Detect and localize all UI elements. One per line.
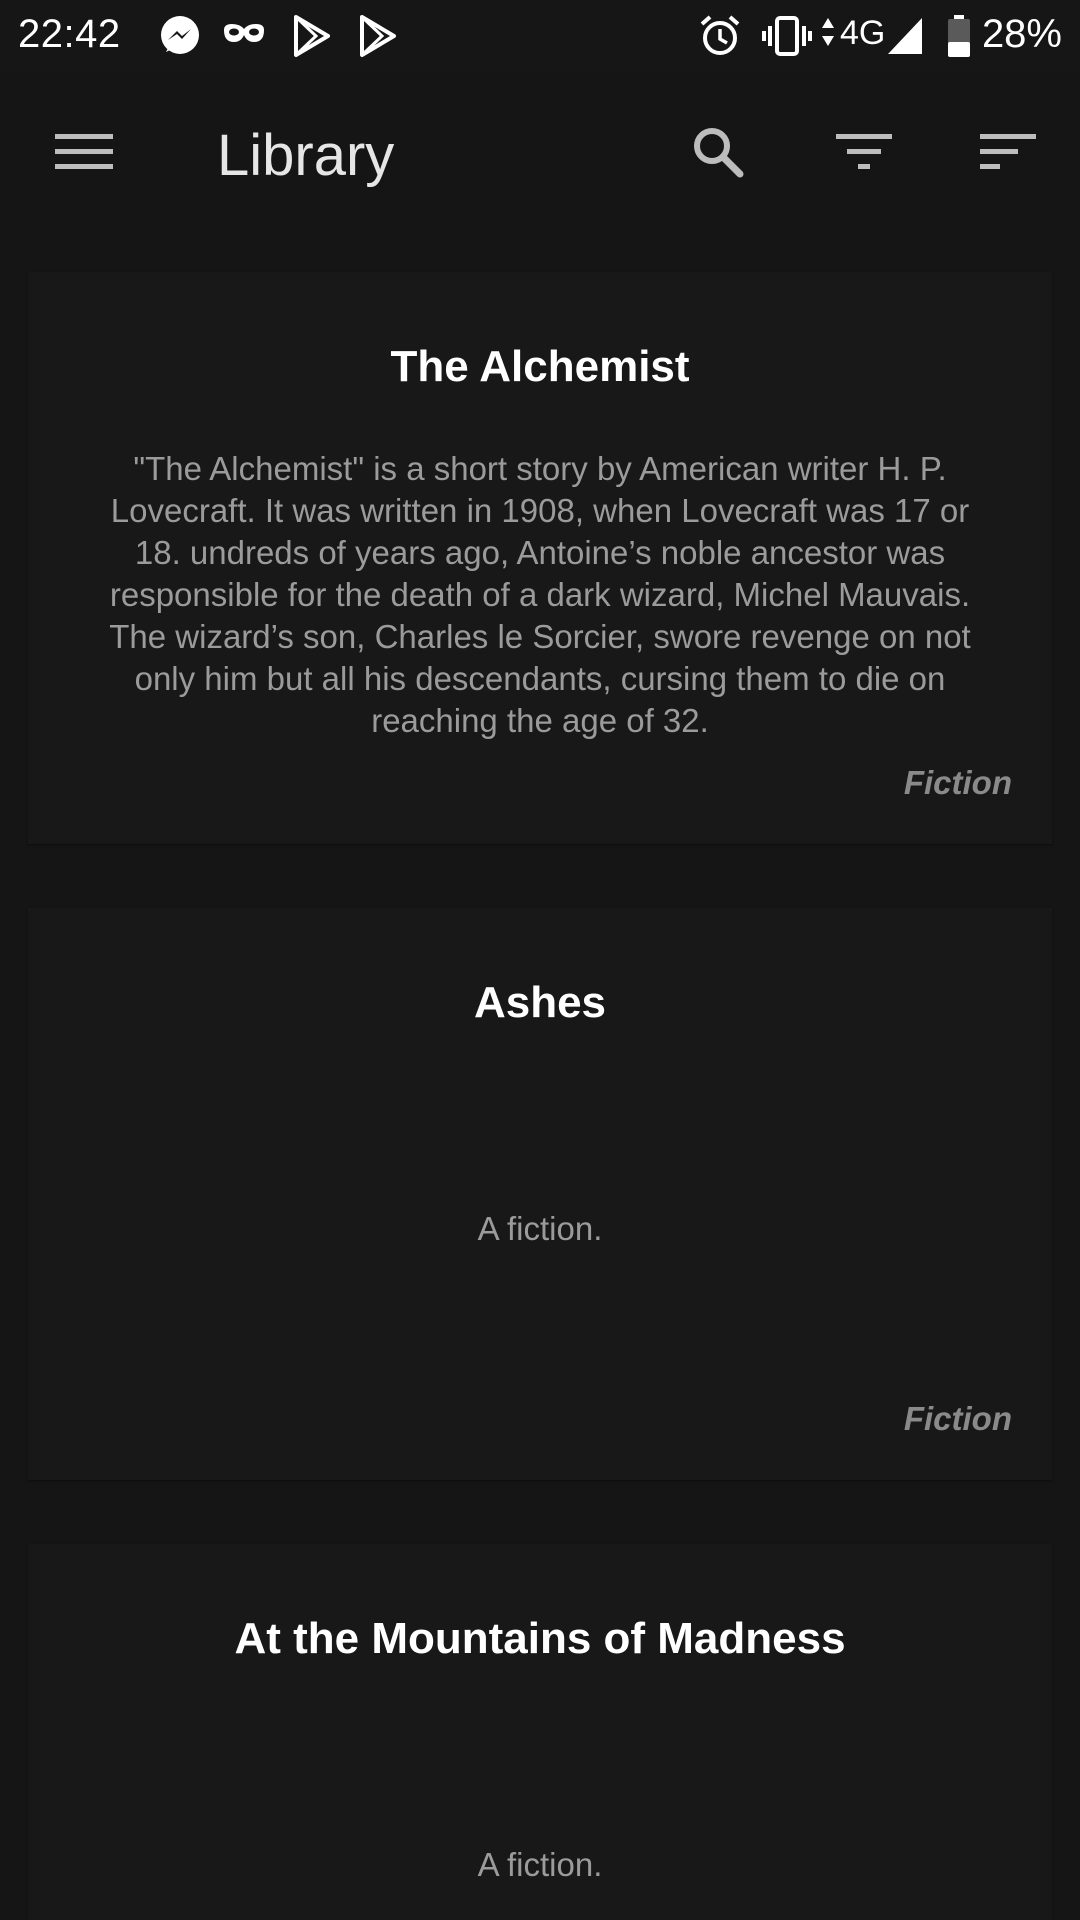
network-type: 4G bbox=[840, 14, 886, 52]
app-bar: Library bbox=[0, 72, 1080, 240]
incognito-icon bbox=[222, 20, 266, 55]
page-title: Library bbox=[217, 123, 395, 188]
sort-button[interactable] bbox=[960, 106, 1056, 202]
battery-icon bbox=[946, 14, 972, 63]
filter-icon bbox=[836, 132, 892, 177]
book-card[interactable]: The Alchemist "The Alchemist" is a short… bbox=[28, 272, 1052, 844]
status-time: 22:42 bbox=[18, 12, 121, 56]
menu-button[interactable] bbox=[36, 106, 132, 202]
book-card[interactable]: At the Mountains of Madness A fiction. bbox=[28, 1544, 1052, 1920]
alarm-icon bbox=[698, 14, 742, 63]
battery-percent: 28% bbox=[981, 12, 1062, 56]
hamburger-menu-icon bbox=[55, 132, 113, 177]
book-description: A fiction. bbox=[477, 1846, 603, 1883]
signal-icon bbox=[886, 14, 926, 63]
play-store-icon bbox=[292, 14, 332, 63]
book-genre: Fiction bbox=[903, 764, 1012, 801]
play-store-icon bbox=[358, 14, 398, 63]
book-description: "The Alchemist" is a short story by Amer… bbox=[109, 450, 971, 739]
book-title: Ashes bbox=[473, 978, 607, 1027]
book-description: A fiction. bbox=[477, 1210, 603, 1247]
search-icon bbox=[690, 124, 746, 185]
book-title: At the Mountains of Madness bbox=[234, 1614, 846, 1663]
filter-button[interactable] bbox=[816, 106, 912, 202]
book-genre: Fiction bbox=[903, 1400, 1012, 1437]
data-arrows-icon bbox=[820, 14, 836, 63]
search-button[interactable] bbox=[670, 106, 766, 202]
vibrate-icon bbox=[762, 14, 812, 63]
messenger-icon bbox=[158, 14, 202, 63]
status-bar: 22:42 4G 28% bbox=[0, 0, 1080, 72]
sort-icon bbox=[980, 132, 1036, 177]
book-title: The Alchemist bbox=[390, 342, 690, 391]
book-card[interactable]: Ashes A fiction. Fiction bbox=[28, 908, 1052, 1480]
